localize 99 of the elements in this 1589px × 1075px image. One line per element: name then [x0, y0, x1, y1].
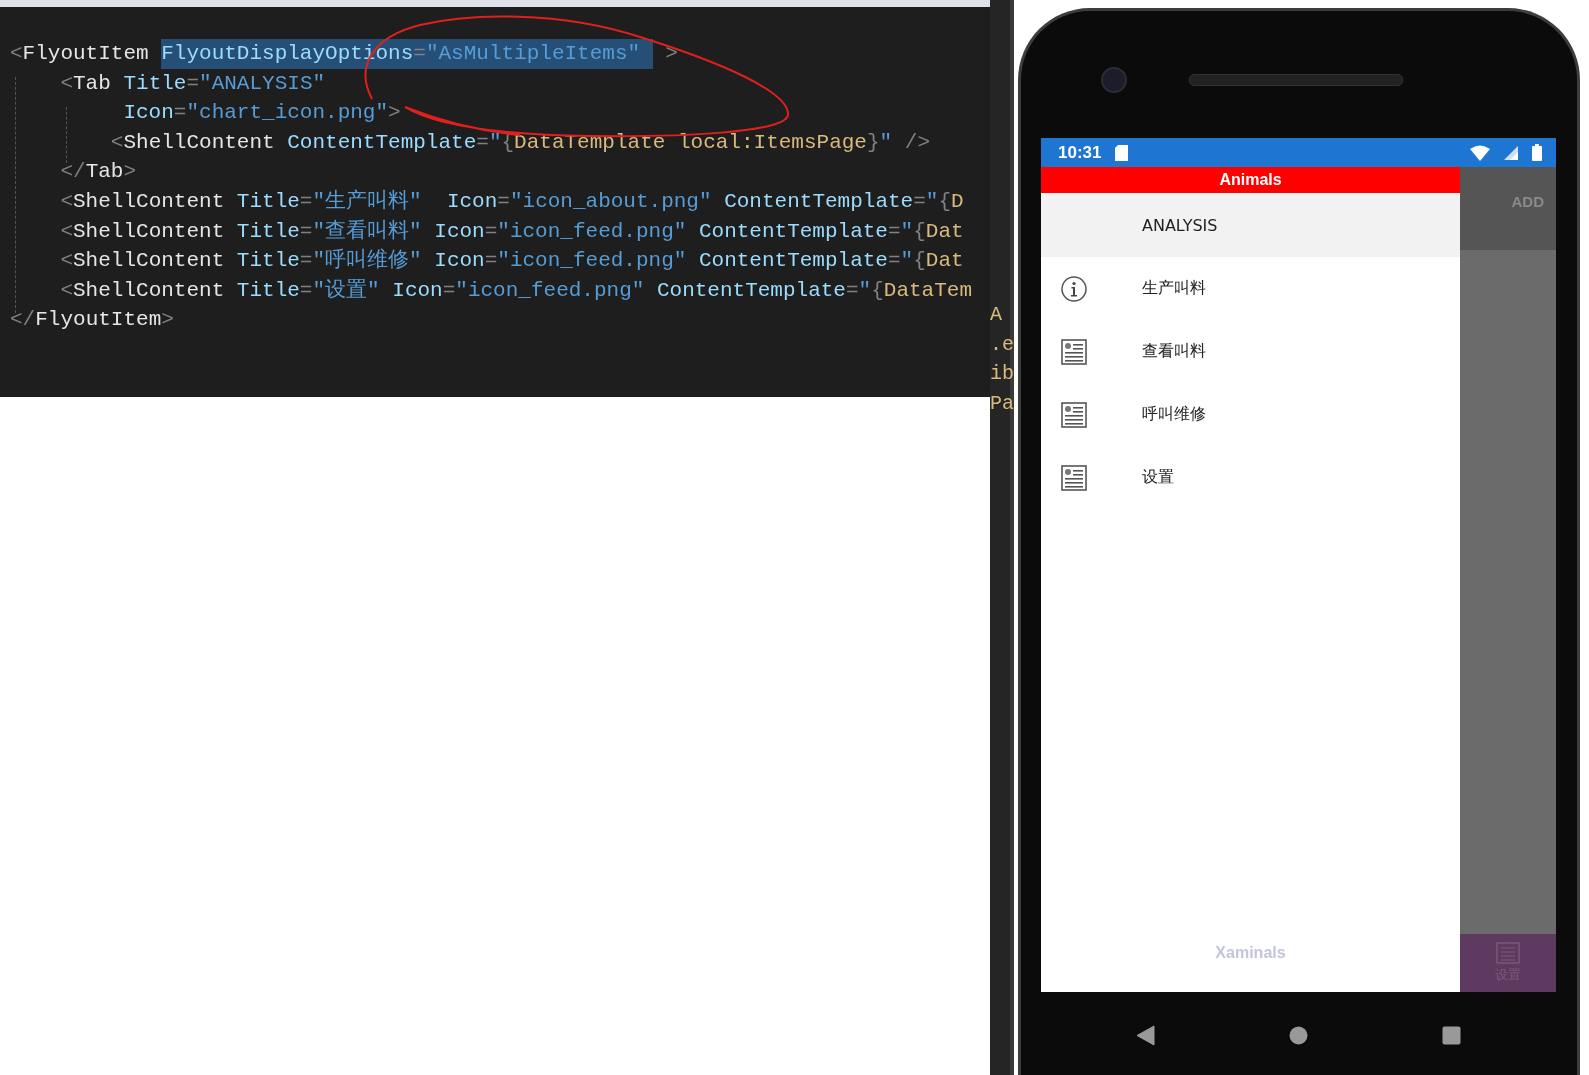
back-icon[interactable]	[1136, 1024, 1155, 1046]
code-token: ContentTemplate	[697, 248, 888, 275]
code-token: Icon	[433, 218, 485, 245]
code-token: <	[10, 41, 23, 67]
code-token: "生产叫料"	[312, 188, 422, 215]
code-token: Tab	[73, 70, 112, 97]
code-token: =	[888, 248, 901, 275]
code-token: "icon_feed.png"	[497, 218, 687, 245]
code-token: ShellContent	[123, 129, 276, 156]
code-token: DataTemplate local:ItemsPage	[514, 129, 867, 156]
code-token: <	[59, 218, 73, 245]
code-token: ShellContent	[73, 248, 226, 275]
code-token: "icon_feed.png"	[497, 248, 687, 275]
code-token: =	[484, 248, 498, 275]
code-token: "icon_feed.png"	[455, 277, 645, 304]
code-token: "chart_icon.png"	[186, 100, 389, 127]
code-token: =	[476, 129, 489, 156]
code-token: =	[497, 188, 510, 215]
code-token: >	[664, 41, 678, 67]
code-token: Title	[236, 188, 300, 215]
code-token: ShellContent	[73, 277, 226, 304]
code-token: =	[299, 218, 313, 245]
code-token: <	[59, 70, 73, 97]
recents-icon[interactable]	[1442, 1025, 1461, 1045]
code-token: ShellContent	[73, 218, 226, 245]
document-icon	[1061, 464, 1087, 491]
code-token: "	[900, 218, 914, 245]
code-token: D	[951, 188, 964, 215]
code-token: =	[413, 39, 426, 69]
code-token: Icon	[391, 277, 443, 304]
signal-icon	[1504, 145, 1518, 160]
battery-icon	[1532, 144, 1542, 161]
faded-title: Xaminals	[1215, 944, 1286, 962]
menu-item[interactable]: ANALYSIS	[1041, 193, 1460, 257]
camera-lens	[1101, 66, 1127, 93]
sd-card-icon	[1115, 144, 1129, 161]
code-token: {	[871, 277, 884, 304]
code-token: Title	[123, 70, 187, 97]
code-token: >	[123, 159, 137, 186]
info-icon	[1061, 275, 1087, 302]
code-token: {	[913, 248, 926, 275]
code-token: =	[299, 277, 313, 304]
code-token: "AsMultipleItems"	[425, 39, 653, 69]
code-token: "	[879, 129, 893, 156]
status-time: 10:31	[1058, 142, 1102, 163]
code-token: FlyoutItem	[35, 307, 162, 334]
code-token: "	[925, 188, 939, 215]
code-token: Title	[236, 218, 300, 245]
code-token: "呼叫维修"	[312, 247, 422, 275]
code-token: </	[59, 159, 86, 186]
code-token: <	[59, 248, 73, 275]
code-token: <	[59, 277, 73, 304]
code-token: =	[913, 188, 926, 215]
document-icon	[1496, 942, 1520, 964]
code-fragment: A	[990, 302, 1003, 328]
code-token: =	[186, 70, 200, 97]
code-token: >	[161, 307, 174, 334]
code-token: ShellContent	[73, 188, 226, 215]
code-token: =	[846, 277, 859, 304]
code-token: ContentTemplate	[287, 129, 477, 156]
code-token: {	[938, 188, 952, 215]
code-token: Icon	[433, 248, 485, 275]
code-token: =	[484, 218, 498, 245]
code-token: DataTem	[883, 277, 973, 304]
code-token: ContentTemplate	[655, 277, 846, 304]
code-token: =	[299, 248, 313, 275]
wifi-icon	[1470, 144, 1490, 161]
code-token: Tab	[85, 159, 124, 186]
code-token: {	[913, 218, 926, 245]
code-token: >	[388, 100, 401, 127]
code-token: "ANALYSIS"	[199, 70, 326, 97]
flyout-header: Animals	[1041, 167, 1460, 193]
code-token: "icon_about.png"	[509, 188, 712, 215]
document-icon	[1061, 401, 1087, 428]
code-token: ContentTemplate	[723, 188, 914, 215]
home-icon[interactable]	[1289, 1025, 1308, 1045]
code-token: Dat	[925, 248, 964, 275]
code-token: <	[109, 129, 124, 156]
code-token: "	[900, 248, 914, 275]
code-token: "查看叫料"	[312, 218, 422, 245]
code-token: Title	[236, 277, 300, 304]
code-token: Dat	[925, 218, 964, 245]
code-token: <	[59, 188, 73, 215]
code-token: =	[888, 218, 901, 245]
code-token: ContentTemplate	[697, 218, 888, 245]
code-token: =	[173, 100, 187, 127]
code-token: Icon	[445, 188, 498, 215]
code-token: </	[10, 307, 36, 334]
code-token: Icon	[122, 100, 174, 127]
code-token: />	[903, 129, 930, 156]
code-token: "	[858, 277, 872, 304]
document-icon	[1061, 338, 1087, 365]
code-token: =	[442, 277, 456, 304]
code-token: Title	[236, 248, 300, 275]
code-token: "	[488, 129, 502, 156]
code-token: FlyoutItem	[22, 41, 150, 67]
code-token: =	[299, 188, 313, 215]
code-token: "设置"	[312, 277, 380, 304]
code-token: }	[866, 129, 880, 156]
